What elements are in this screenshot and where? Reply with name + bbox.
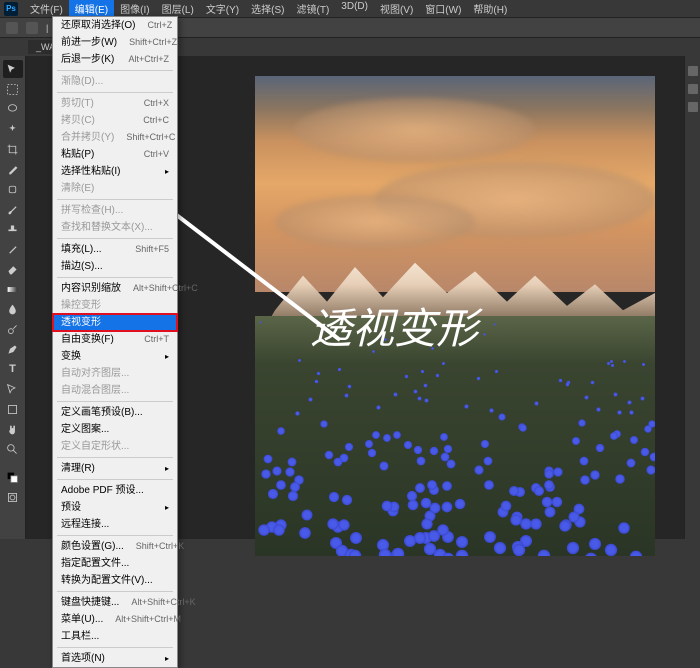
menu-entry[interactable]: 后退一步(K)Alt+Ctrl+Z: [53, 51, 177, 68]
menu-entry[interactable]: Adobe PDF 预设...: [53, 482, 177, 499]
menu-separator: [57, 457, 173, 458]
quickmask-icon[interactable]: [3, 488, 23, 506]
menu-entry: 渐隐(D)...: [53, 73, 177, 90]
menu-entry[interactable]: 键盘快捷键...Alt+Shift+Ctrl+K: [53, 594, 177, 611]
menu-entry[interactable]: 透视变形: [53, 314, 177, 331]
menu-entry[interactable]: 还原取消选择(O)Ctrl+Z: [53, 17, 177, 34]
history-brush-tool[interactable]: [3, 240, 23, 258]
menu-item[interactable]: 视图(V): [374, 0, 419, 18]
marquee-tool[interactable]: [3, 80, 23, 98]
menu-separator: [57, 238, 173, 239]
menu-item[interactable]: 文字(Y): [200, 0, 245, 18]
zoom-tool[interactable]: [3, 440, 23, 458]
menu-entry: 操控变形: [53, 297, 177, 314]
path-tool[interactable]: [3, 380, 23, 398]
wand-tool[interactable]: [3, 120, 23, 138]
option-icon[interactable]: [26, 22, 38, 34]
menu-entry[interactable]: 选择性粘贴(I): [53, 163, 177, 180]
menu-entry: 剪切(T)Ctrl+X: [53, 95, 177, 112]
menu-separator: [57, 535, 173, 536]
menu-entry[interactable]: 粘贴(P)Ctrl+V: [53, 146, 177, 163]
menu-entry[interactable]: 填充(L)...Shift+F5: [53, 241, 177, 258]
menu-entry: 合并拷贝(Y)Shift+Ctrl+C: [53, 129, 177, 146]
menu-separator: [57, 647, 173, 648]
menu-item[interactable]: 窗口(W): [419, 0, 467, 18]
hand-tool[interactable]: [3, 420, 23, 438]
options-divider: |: [46, 23, 48, 33]
foreground-color[interactable]: [3, 468, 23, 486]
ps-logo-icon: Ps: [4, 2, 18, 16]
menu-entry[interactable]: 指定配置文件...: [53, 555, 177, 572]
menu-entry: 自动对齐图层...: [53, 365, 177, 382]
image-field-region: [255, 316, 655, 556]
eyedropper-tool[interactable]: [3, 160, 23, 178]
shape-tool[interactable]: [3, 400, 23, 418]
menu-item[interactable]: 滤镜(T): [291, 0, 336, 18]
menu-entry[interactable]: 工具栏...: [53, 628, 177, 645]
toolbox: T: [0, 56, 26, 539]
menu-entry[interactable]: 转换为配置文件(V)...: [53, 572, 177, 589]
menu-item[interactable]: 3D(D): [335, 0, 374, 18]
menu-entry[interactable]: 预设: [53, 499, 177, 516]
pen-tool[interactable]: [3, 340, 23, 358]
menu-entry: 定义自定形状...: [53, 438, 177, 455]
menu-entry[interactable]: 前进一步(W)Shift+Ctrl+Z: [53, 34, 177, 51]
right-panel-dock: [684, 56, 700, 539]
menu-separator: [57, 277, 173, 278]
document-canvas[interactable]: [255, 76, 655, 556]
panel-icon[interactable]: [688, 102, 698, 112]
menu-entry[interactable]: 描边(S)...: [53, 258, 177, 275]
menu-entry: 自动混合图层...: [53, 382, 177, 399]
brush-tool[interactable]: [3, 200, 23, 218]
menu-entry[interactable]: 内容识别缩放Alt+Shift+Ctrl+C: [53, 280, 177, 297]
heal-tool[interactable]: [3, 180, 23, 198]
menu-entry[interactable]: 自由变换(F)Ctrl+T: [53, 331, 177, 348]
menu-entry[interactable]: 定义图案...: [53, 421, 177, 438]
menu-entry[interactable]: 菜单(U)...Alt+Shift+Ctrl+M: [53, 611, 177, 628]
menu-separator: [57, 199, 173, 200]
menu-entry[interactable]: 变换: [53, 348, 177, 365]
menu-item[interactable]: 帮助(H): [467, 0, 513, 18]
blur-tool[interactable]: [3, 300, 23, 318]
stamp-tool[interactable]: [3, 220, 23, 238]
panel-icon[interactable]: [688, 84, 698, 94]
tool-preset-icon[interactable]: [6, 22, 18, 34]
menu-separator: [57, 70, 173, 71]
menu-entry[interactable]: 首选项(N): [53, 650, 177, 667]
menu-entry: 拷贝(C)Ctrl+C: [53, 112, 177, 129]
dodge-tool[interactable]: [3, 320, 23, 338]
menu-separator: [57, 401, 173, 402]
menu-entry: 拼写检查(H)...: [53, 202, 177, 219]
gradient-tool[interactable]: [3, 280, 23, 298]
menu-entry: 查找和替换文本(X)...: [53, 219, 177, 236]
panel-icon[interactable]: [688, 66, 698, 76]
menu-separator: [57, 591, 173, 592]
type-tool[interactable]: T: [3, 360, 23, 378]
edit-menu-dropdown: 还原取消选择(O)Ctrl+Z前进一步(W)Shift+Ctrl+Z后退一步(K…: [52, 16, 178, 668]
eraser-tool[interactable]: [3, 260, 23, 278]
menu-entry[interactable]: 颜色设置(G)...Shift+Ctrl+K: [53, 538, 177, 555]
crop-tool[interactable]: [3, 140, 23, 158]
menu-item[interactable]: 选择(S): [245, 0, 290, 18]
menu-separator: [57, 92, 173, 93]
menu-entry[interactable]: 定义画笔预设(B)...: [53, 404, 177, 421]
menu-separator: [57, 479, 173, 480]
menu-entry: 清除(E): [53, 180, 177, 197]
lasso-tool[interactable]: [3, 100, 23, 118]
move-tool[interactable]: [3, 60, 23, 78]
menu-entry[interactable]: 远程连接...: [53, 516, 177, 533]
menu-entry[interactable]: 清理(R): [53, 460, 177, 477]
